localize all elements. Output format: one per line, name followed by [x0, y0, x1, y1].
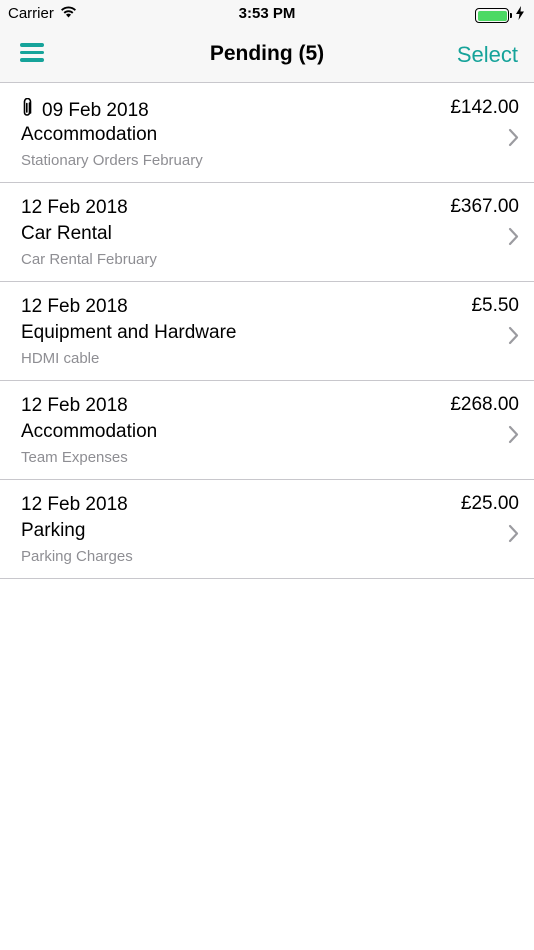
expense-amount: £142.00	[450, 97, 519, 118]
expense-category: Parking	[21, 520, 86, 541]
chevron-right-icon	[508, 425, 519, 449]
clock: 3:53 PM	[238, 5, 296, 22]
expense-date: 12 Feb 2018	[21, 296, 128, 317]
battery-indicator	[475, 6, 524, 25]
expense-description: Parking Charges	[21, 548, 133, 565]
expense-row[interactable]: 09 Feb 2018 Accommodation Stationary Ord…	[0, 84, 534, 183]
expense-date-line: 09 Feb 2018	[21, 97, 149, 124]
expense-amount: £25.00	[460, 493, 519, 514]
expense-amount: £268.00	[450, 394, 519, 415]
expense-row[interactable]: 12 Feb 2018 Parking Parking Charges £25.…	[0, 480, 534, 579]
expense-list: 09 Feb 2018 Accommodation Stationary Ord…	[0, 84, 534, 579]
expense-row[interactable]: 12 Feb 2018 Accommodation Team Expenses …	[0, 381, 534, 480]
expense-category: Equipment and Hardware	[21, 322, 237, 343]
battery-level	[477, 10, 507, 21]
expense-row[interactable]: 12 Feb 2018 Car Rental Car Rental Februa…	[0, 183, 534, 282]
expense-date-line: 12 Feb 2018	[21, 494, 128, 516]
expense-description: Team Expenses	[21, 449, 128, 466]
expense-date: 09 Feb 2018	[42, 100, 149, 121]
battery-tip	[510, 13, 512, 18]
chevron-right-icon	[508, 326, 519, 350]
select-button[interactable]: Select	[457, 42, 518, 68]
chevron-right-icon	[508, 227, 519, 251]
navigation-bar: Pending (5) Select	[0, 27, 534, 83]
expense-date-line: 12 Feb 2018	[21, 296, 128, 318]
expense-category: Accommodation	[21, 421, 158, 442]
expense-amount: £367.00	[450, 196, 519, 217]
expense-date: 12 Feb 2018	[21, 395, 128, 416]
expense-date-line: 12 Feb 2018	[21, 395, 128, 417]
charging-bolt-icon	[516, 6, 524, 25]
expense-date: 12 Feb 2018	[21, 197, 128, 218]
expense-description: Stationary Orders February	[21, 152, 203, 169]
status-bar: Carrier 3:53 PM	[0, 0, 534, 27]
expense-category: Car Rental	[21, 223, 112, 244]
expense-description: HDMI cable	[21, 350, 100, 367]
expense-date: 12 Feb 2018	[21, 494, 128, 515]
battery-icon	[475, 8, 509, 23]
chevron-right-icon	[508, 128, 519, 152]
chevron-right-icon	[508, 524, 519, 548]
expense-amount: £5.50	[471, 295, 519, 316]
expense-row[interactable]: 12 Feb 2018 Equipment and Hardware HDMI …	[0, 282, 534, 381]
expense-category: Accommodation	[21, 124, 158, 145]
expense-date-line: 12 Feb 2018	[21, 197, 128, 219]
page-title: Pending (5)	[209, 42, 325, 65]
expense-description: Car Rental February	[21, 251, 157, 268]
attachment-paperclip-icon	[21, 97, 33, 124]
